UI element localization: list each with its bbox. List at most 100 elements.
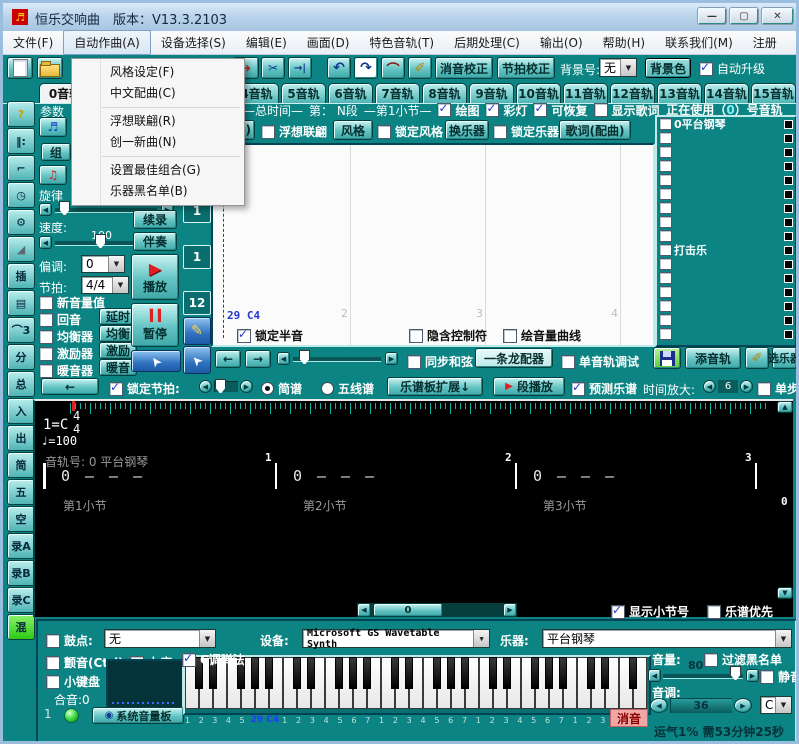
menu-item-3[interactable]: 编辑(E) bbox=[236, 31, 297, 54]
sidebar-clock-icon[interactable]: ◷ bbox=[7, 182, 35, 208]
speed-slider-thumb[interactable] bbox=[95, 234, 106, 249]
curve-button[interactable]: ⌒ bbox=[381, 57, 405, 79]
instrument-row-4[interactable] bbox=[657, 173, 795, 187]
hidden-control-checkbox[interactable]: 隐含控制符 bbox=[409, 327, 487, 344]
paste-button[interactable]: →| bbox=[288, 57, 312, 79]
black-key-31[interactable] bbox=[629, 657, 637, 689]
lights-checkbox[interactable]: 彩灯 bbox=[485, 102, 527, 119]
instrument-row-13[interactable] bbox=[657, 299, 795, 313]
dropdown-item[interactable]: 中文配曲(C) bbox=[72, 83, 244, 104]
lock-instrument-checkbox[interactable]: 锁定乐器 bbox=[493, 123, 559, 140]
scroll-right-button[interactable]: → bbox=[245, 350, 271, 368]
single-track-debug-checkbox[interactable]: 单音轨调试 bbox=[561, 353, 639, 370]
time-zoom-left[interactable]: ◀ bbox=[703, 380, 716, 393]
roll-slider-thumb[interactable] bbox=[299, 350, 310, 365]
instrument-row-0[interactable]: 0平台钢琴 bbox=[657, 117, 795, 131]
instrument-row-9[interactable]: 打击乐 bbox=[657, 243, 795, 257]
instrument-row-5[interactable] bbox=[657, 187, 795, 201]
h-scrollbar-right[interactable]: ▶ bbox=[503, 603, 517, 617]
speed-slider-left[interactable]: ◀ bbox=[39, 236, 52, 249]
track-brush-button[interactable]: ✐ bbox=[745, 347, 769, 369]
volume-slider-thumb[interactable] bbox=[730, 666, 741, 681]
roll-slider-right[interactable]: ▶ bbox=[385, 352, 398, 365]
black-key-12[interactable] bbox=[363, 657, 371, 689]
menu-item-5[interactable]: 特色音轨(T) bbox=[359, 31, 444, 54]
pause-button[interactable]: 暂停 bbox=[131, 303, 179, 347]
menu-item-1[interactable]: 自动作曲(A) bbox=[63, 30, 151, 55]
score-expand-button[interactable]: 乐谱板扩展↓ bbox=[387, 377, 483, 396]
lyrics-button[interactable]: 歌词(配曲) bbox=[559, 120, 631, 140]
step-manual-checkbox[interactable]: 单步手动 bbox=[757, 380, 799, 397]
pencil-tool-button[interactable]: ✎ bbox=[183, 317, 211, 345]
mute-button[interactable]: 消音 bbox=[610, 709, 648, 727]
instrument-select[interactable]: 平台钢琴▼ bbox=[542, 629, 792, 648]
sidebar-copy-icon[interactable]: ▤ bbox=[7, 290, 35, 316]
device-select[interactable]: Microsoft GS Wavetable Synth▼ bbox=[302, 629, 490, 648]
fancy-checkbox[interactable]: 浮想联翩 bbox=[261, 123, 327, 140]
track-tab-12[interactable]: 12音轨 bbox=[610, 83, 655, 103]
track-tab-5[interactable]: 5音轨 bbox=[281, 83, 326, 103]
recover-checkbox[interactable]: 可恢复 bbox=[533, 102, 587, 119]
drum-select[interactable]: 无▼ bbox=[104, 629, 216, 648]
show-bar-numbers-checkbox[interactable]: 显示小节号 bbox=[611, 603, 689, 620]
track-tab-6[interactable]: 6音轨 bbox=[328, 83, 373, 103]
black-key-7[interactable] bbox=[293, 657, 301, 689]
auto-update-checkbox[interactable]: 自动升级 bbox=[699, 60, 765, 77]
add-track-button[interactable]: 添音轨 bbox=[685, 347, 741, 369]
scroll-left-button[interactable]: ← bbox=[215, 350, 241, 368]
sidebar-corner-icon[interactable]: ⌐ bbox=[7, 155, 35, 181]
black-key-29[interactable] bbox=[601, 657, 609, 689]
track-tab-8[interactable]: 8音轨 bbox=[422, 83, 467, 103]
instrument-row-12[interactable] bbox=[657, 285, 795, 299]
echo-checkbox[interactable]: 回音 bbox=[39, 311, 81, 328]
volume-curve-checkbox[interactable]: 绘音量曲线 bbox=[503, 327, 581, 344]
brush-button[interactable]: ✐ bbox=[408, 57, 432, 79]
h-scrollbar-thumb[interactable]: 0 bbox=[373, 603, 443, 617]
staff-radio[interactable]: 五线谱 bbox=[321, 380, 374, 397]
h-scrollbar-left[interactable]: ◀ bbox=[357, 603, 371, 617]
instrument-row-3[interactable] bbox=[657, 159, 795, 173]
instrument-icon-button[interactable]: ♫ bbox=[39, 165, 67, 185]
black-key-26[interactable] bbox=[559, 657, 567, 689]
sidebar-total-button[interactable]: 总 bbox=[7, 371, 35, 397]
bg-number-select[interactable]: 无▼ bbox=[599, 58, 637, 77]
menu-item-10[interactable]: 注册 bbox=[743, 31, 787, 54]
pen-tool-button[interactable]: ➤ bbox=[131, 350, 181, 372]
track-tab-14[interactable]: 14音轨 bbox=[704, 83, 749, 103]
open-folder-button[interactable] bbox=[37, 57, 63, 79]
instrument-row-6[interactable] bbox=[657, 201, 795, 215]
instrument-row-2[interactable] bbox=[657, 145, 795, 159]
filter-blacklist-checkbox[interactable]: 过滤黑名单 bbox=[704, 651, 782, 668]
melody-slider-thumb[interactable] bbox=[59, 201, 70, 216]
draw-checkbox[interactable]: 绘图 bbox=[437, 102, 479, 119]
sidebar-triplet-button[interactable]: ⌒3 bbox=[7, 317, 35, 343]
dropdown-item[interactable]: 乐器黑名单(B) bbox=[72, 181, 244, 202]
instrument-row-14[interactable] bbox=[657, 313, 795, 327]
black-key-18[interactable] bbox=[447, 657, 455, 689]
sidebar-mix-button[interactable]: 混 bbox=[7, 614, 35, 640]
select-tool-button[interactable]: ➤ bbox=[183, 346, 211, 374]
bg-color-button[interactable]: 背景色 bbox=[645, 58, 691, 78]
pick-instrument-button[interactable]: 选乐器 bbox=[772, 347, 797, 369]
black-key-4[interactable] bbox=[251, 657, 259, 689]
new-file-button[interactable] bbox=[7, 57, 33, 79]
v-scrollbar-down[interactable]: ▼ bbox=[777, 587, 793, 599]
system-volume-button[interactable]: ◉系统音量板 bbox=[92, 707, 184, 724]
redo-button[interactable]: ↷ bbox=[354, 57, 378, 79]
dropdown-item[interactable]: 设置最佳组合(G) bbox=[72, 160, 244, 181]
swap-instrument-button[interactable]: 换乐器 bbox=[445, 120, 489, 140]
instrument-row-10[interactable] bbox=[657, 257, 795, 271]
notation-panel[interactable]: 1=C 4 4 ♩=100 音轨号: 0 平台钢琴 0 — — — 0 — — … bbox=[33, 399, 793, 617]
sidebar-record-a-button[interactable]: 录A bbox=[7, 533, 35, 559]
undo-button[interactable]: ↶ bbox=[327, 57, 351, 79]
track-tab-11[interactable]: 11音轨 bbox=[563, 83, 608, 103]
menu-item-9[interactable]: 联系我们(M) bbox=[655, 31, 743, 54]
black-key-28[interactable] bbox=[587, 657, 595, 689]
sidebar-help-icon[interactable]: ? bbox=[7, 101, 35, 127]
dropdown-item[interactable]: 浮想联翩(R) bbox=[72, 111, 244, 132]
sidebar-insert-button[interactable]: 插 bbox=[7, 263, 35, 289]
beat-select[interactable]: 4/4▼ bbox=[81, 276, 129, 294]
pitch-spin-left[interactable]: ◀ bbox=[650, 698, 668, 713]
pitch-spin-right[interactable]: ▶ bbox=[734, 698, 752, 713]
accompany-button[interactable]: 伴奏 bbox=[133, 232, 177, 251]
